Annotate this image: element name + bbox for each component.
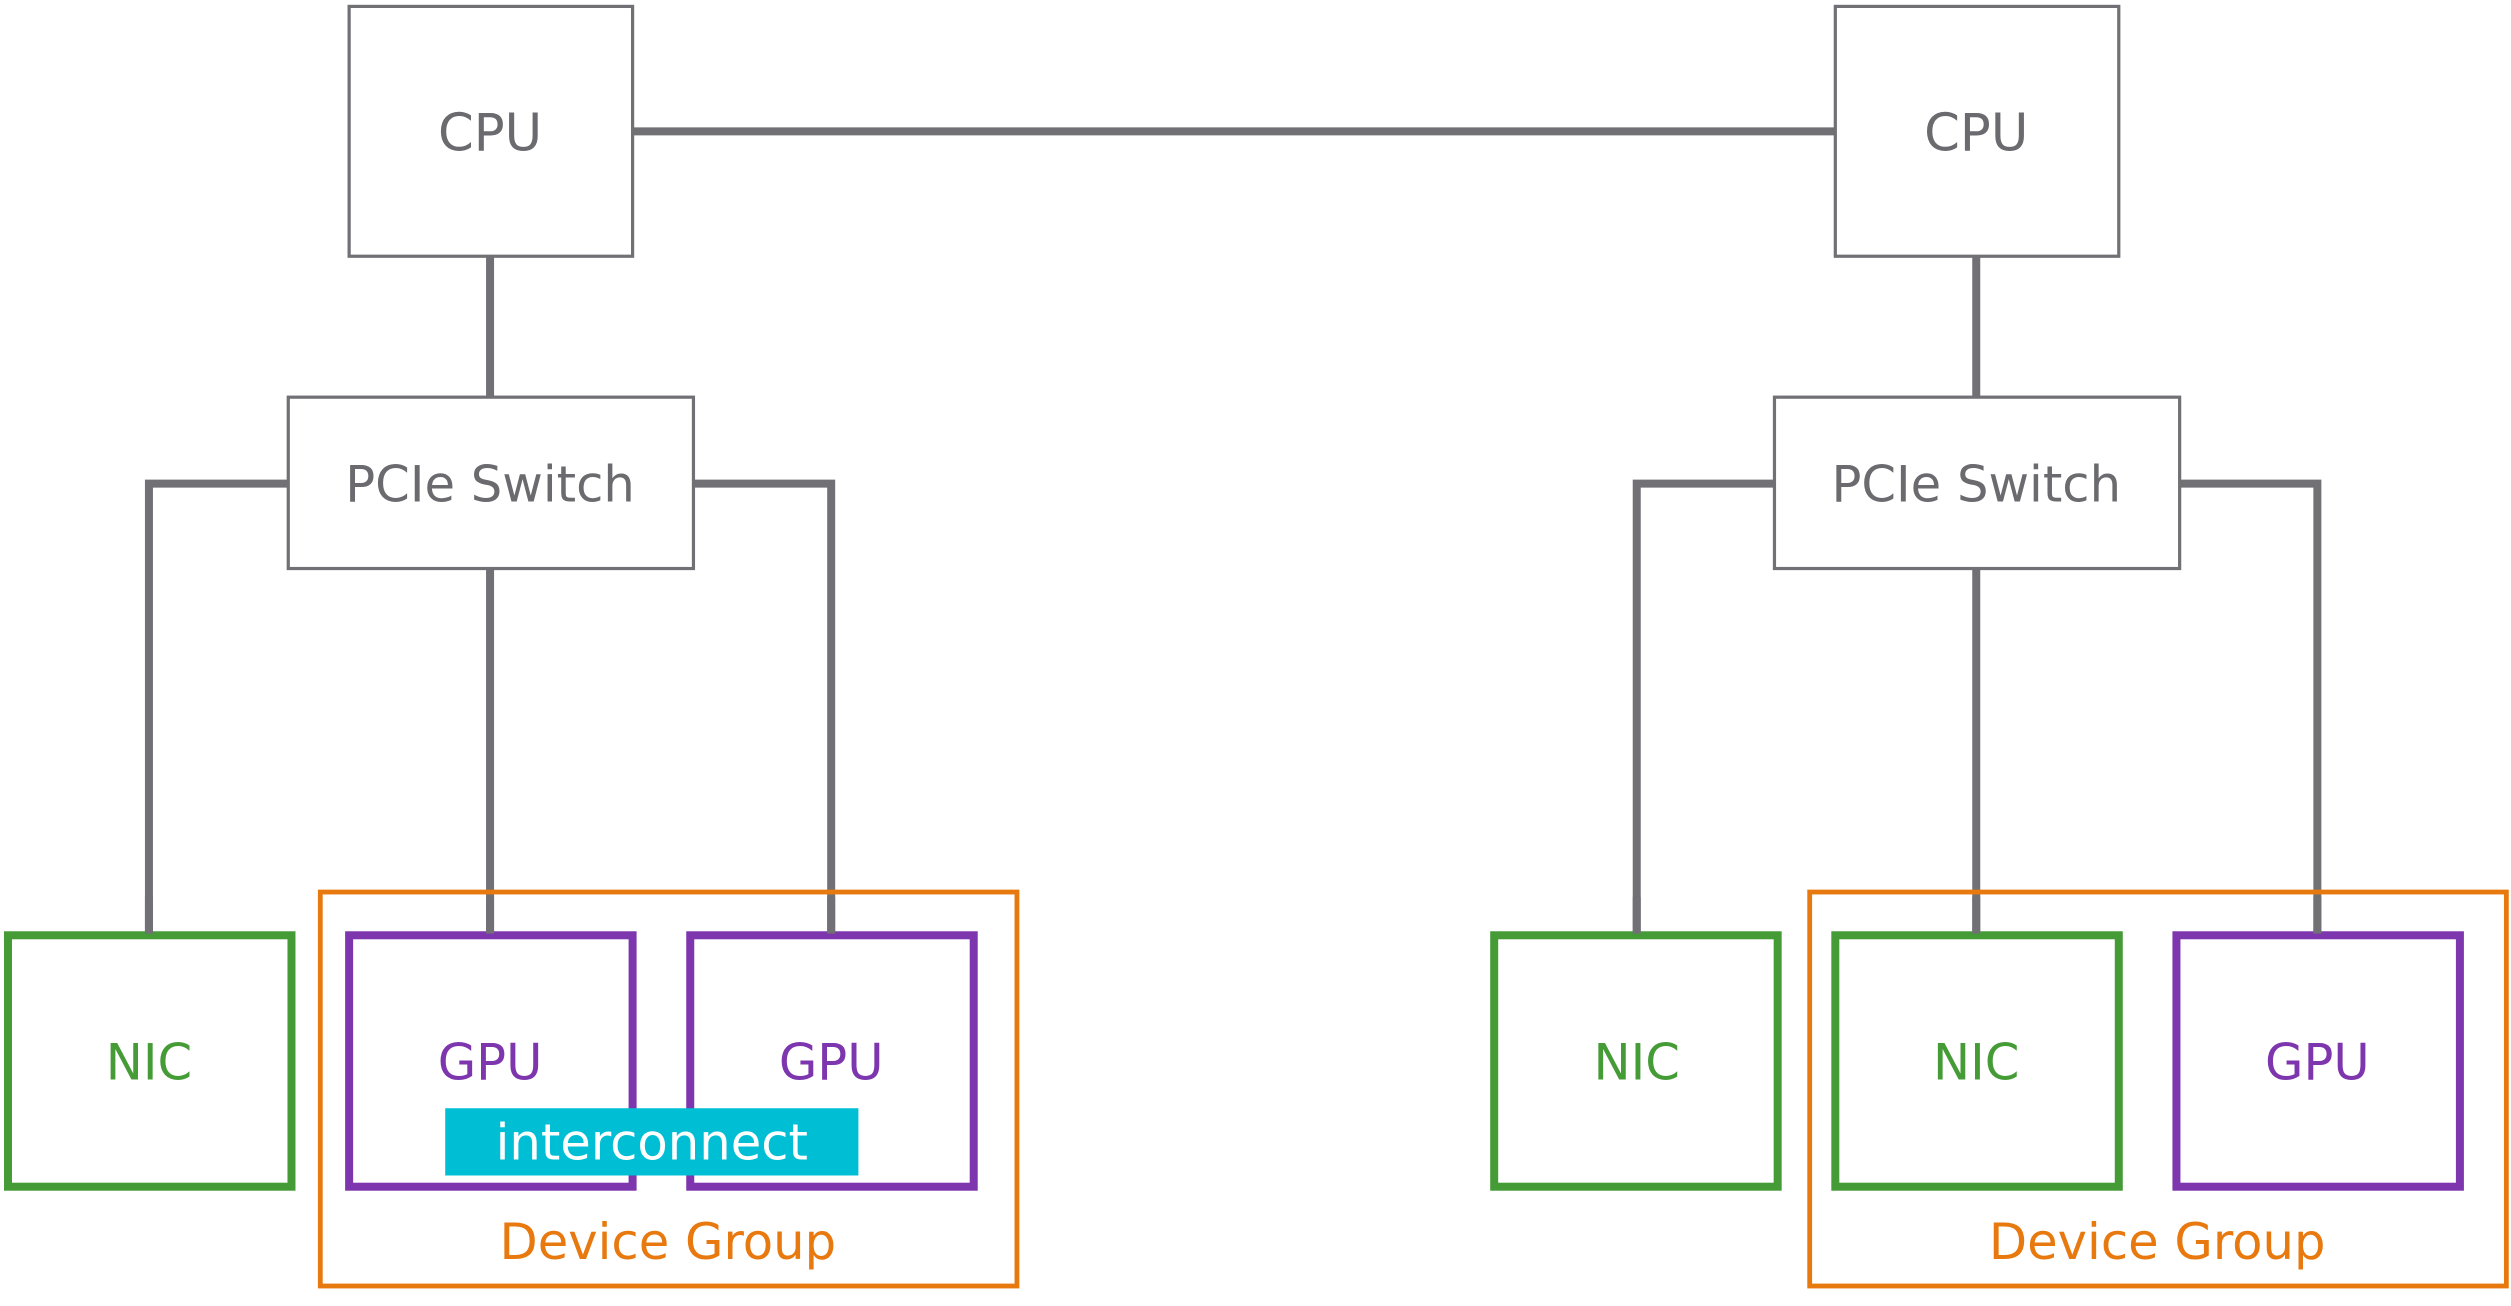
right-switch-to-nic1-link bbox=[1632, 479, 1775, 934]
left-switch-to-gpu2-link bbox=[693, 479, 836, 934]
left-gpu2-label: GPU bbox=[779, 1033, 884, 1091]
left-gpu1-label: GPU bbox=[438, 1033, 543, 1091]
left-pcie-switch-label: PCIe Switch bbox=[345, 455, 635, 513]
interconnect-label: interconnect bbox=[496, 1113, 808, 1171]
left-nic-label: NIC bbox=[106, 1033, 192, 1091]
right-nic1-label: NIC bbox=[1594, 1033, 1680, 1091]
left-cpu-label: CPU bbox=[438, 104, 542, 164]
diagram-canvas: CPU CPU PCIe Switch PCIe Switch Device G… bbox=[4, 4, 2509, 1289]
right-switch-to-gpu-link bbox=[2179, 479, 2322, 934]
right-pcie-switch-label: PCIe Switch bbox=[1831, 455, 2121, 513]
topology-diagram: CPU CPU PCIe Switch PCIe Switch Device G… bbox=[0, 0, 2511, 1305]
right-device-group-label: Device Group bbox=[1989, 1213, 2326, 1271]
right-nic2-label: NIC bbox=[1933, 1033, 2019, 1091]
right-gpu-label: GPU bbox=[2265, 1033, 2370, 1091]
left-switch-to-nic-link bbox=[144, 479, 289, 934]
connector-stubs bbox=[144, 896, 2322, 934]
right-cpu-label: CPU bbox=[1924, 104, 2028, 164]
left-device-group-label: Device Group bbox=[500, 1213, 837, 1271]
